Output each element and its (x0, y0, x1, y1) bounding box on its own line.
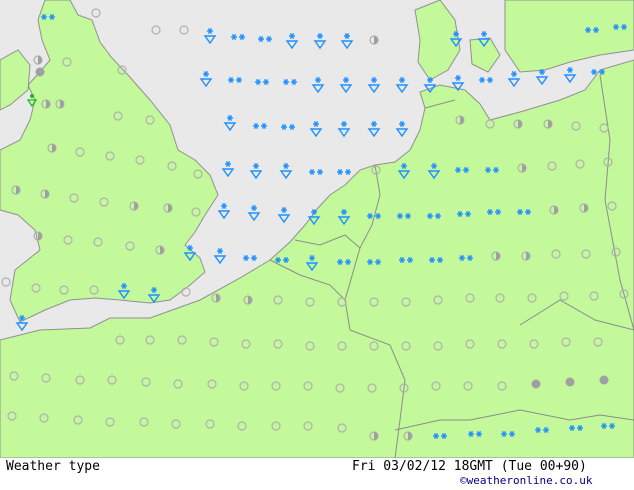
overcast-icon (531, 379, 541, 389)
map-footer: Weather type Fri 03/02/12 18GMT (Tue 00+… (0, 458, 634, 490)
overcast-icon (35, 67, 45, 77)
valid-time: Fri 03/02/12 18GMT (Tue 00+90) (352, 459, 587, 474)
legend-title: Weather type (6, 459, 100, 474)
copyright-link[interactable]: ©weatheronline.co.uk (460, 474, 592, 487)
weather-map (0, 0, 634, 458)
overcast-icon (599, 375, 609, 385)
overcast-icon (565, 377, 575, 387)
